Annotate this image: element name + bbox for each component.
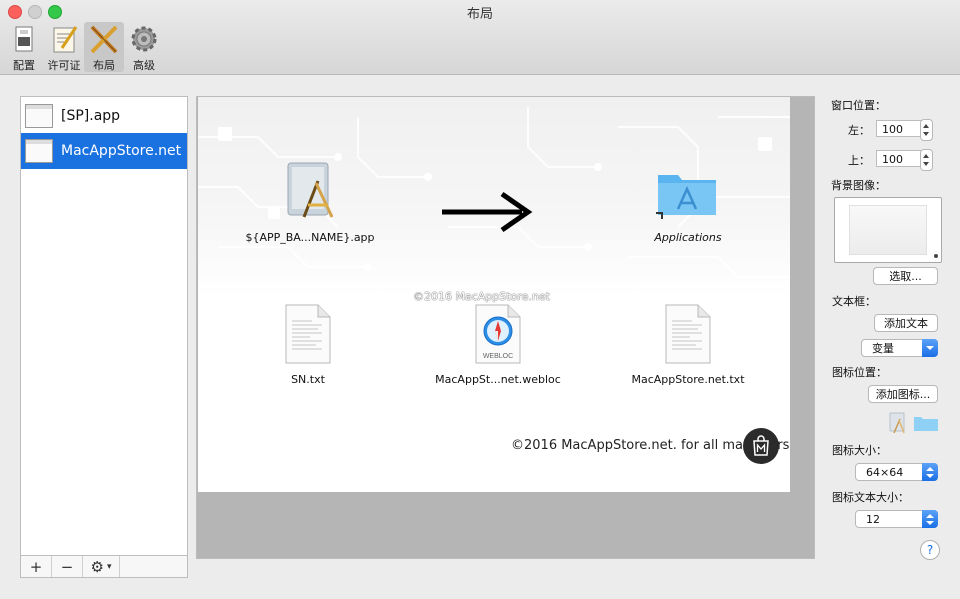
icon-text-size-popup[interactable]: 12 <box>855 510 938 528</box>
license-icon <box>53 26 78 53</box>
variable-popup[interactable]: 变量 <box>861 339 938 357</box>
brand-logo <box>743 428 779 464</box>
add-text-button[interactable]: 添加文本 <box>874 314 938 332</box>
app-icon[interactable] <box>282 161 342 221</box>
top-position-stepper[interactable] <box>920 149 933 171</box>
webloc-icon[interactable]: WEBLOC <box>472 303 524 365</box>
chevron-down-icon: ▾ <box>106 561 112 572</box>
layout-thumbnail-icon <box>25 139 53 163</box>
icon-position-label: 图标位置： <box>832 366 887 379</box>
arrow-right-icon <box>442 191 533 233</box>
add-item-button[interactable]: + <box>21 556 52 577</box>
window-title: 布局 <box>466 7 493 22</box>
left-label: 左： <box>848 124 870 137</box>
applications-folder-icon[interactable] <box>654 167 720 225</box>
icon-text-size-label: 图标文本大小： <box>832 491 909 504</box>
title-bar: 布局 配置 许可证 布局 高级 <box>0 0 960 75</box>
action-menu-button[interactable]: ⚙ ▾ <box>83 556 120 577</box>
help-button[interactable]: ? <box>920 540 940 560</box>
background-image-well[interactable] <box>834 197 942 263</box>
add-icon-button[interactable]: 添加图标... <box>868 385 938 403</box>
dmg-window-preview[interactable]: ${APP_BA...NAME}.app Applications ©2016 … <box>198 97 790 492</box>
icon-size-popup[interactable]: 64×64 <box>855 463 938 481</box>
chevron-updown-icon <box>922 510 938 528</box>
background-image-label: 背景图像： <box>831 179 886 192</box>
image-list: [SP].app MacAppStore.net + − ⚙ ▾ <box>20 96 188 578</box>
list-item[interactable]: [SP].app <box>21 98 187 134</box>
watermark-text: ©2016 MacAppStore.net <box>413 290 550 303</box>
layout-icon <box>90 25 118 54</box>
text-file-icon[interactable] <box>662 303 714 365</box>
textbox-label: 文本框： <box>832 295 876 308</box>
window-position-label: 窗口位置： <box>831 99 886 112</box>
icon-label: MacAppStore.net.txt <box>631 373 745 386</box>
icon-position-preview <box>889 412 938 434</box>
toolbar-layout-button[interactable]: 布局 <box>84 22 124 72</box>
layout-thumbnail-icon <box>25 104 53 128</box>
gear-icon: ⚙ <box>90 557 104 576</box>
gear-icon <box>131 26 157 52</box>
icon-size-label: 图标大小： <box>832 444 887 457</box>
choose-background-button[interactable]: 选取... <box>873 267 938 285</box>
layout-canvas-area: ${APP_BA...NAME}.app Applications ©2016 … <box>196 96 815 559</box>
toolbar-license-button[interactable]: 许可证 <box>44 22 84 72</box>
left-position-stepper[interactable] <box>920 119 933 141</box>
icon-label: MacAppSt...net.webloc <box>435 373 561 386</box>
top-label: 上： <box>848 154 870 167</box>
remove-item-button[interactable]: − <box>52 556 83 577</box>
toolbar-advanced-button[interactable]: 高级 <box>124 22 164 72</box>
config-icon <box>15 26 33 52</box>
icon-label: ${APP_BA...NAME}.app <box>245 231 375 244</box>
shopping-bag-icon <box>753 435 769 456</box>
text-file-icon[interactable] <box>282 303 334 365</box>
chevron-down-icon <box>922 339 938 357</box>
icon-label: Applications <box>654 231 722 244</box>
icon-label: SN.txt <box>291 373 325 386</box>
list-footer: + − ⚙ ▾ <box>21 555 187 577</box>
list-item-selected[interactable]: MacAppStore.net <box>21 133 187 169</box>
chevron-updown-icon <box>922 463 938 481</box>
left-position-field[interactable]: 100 <box>876 120 922 137</box>
toolbar-config-button[interactable]: 配置 <box>4 22 44 72</box>
top-position-field[interactable]: 100 <box>876 150 922 167</box>
background-thumbnail <box>849 205 927 255</box>
webloc-badge: WEBLOC <box>483 353 513 360</box>
